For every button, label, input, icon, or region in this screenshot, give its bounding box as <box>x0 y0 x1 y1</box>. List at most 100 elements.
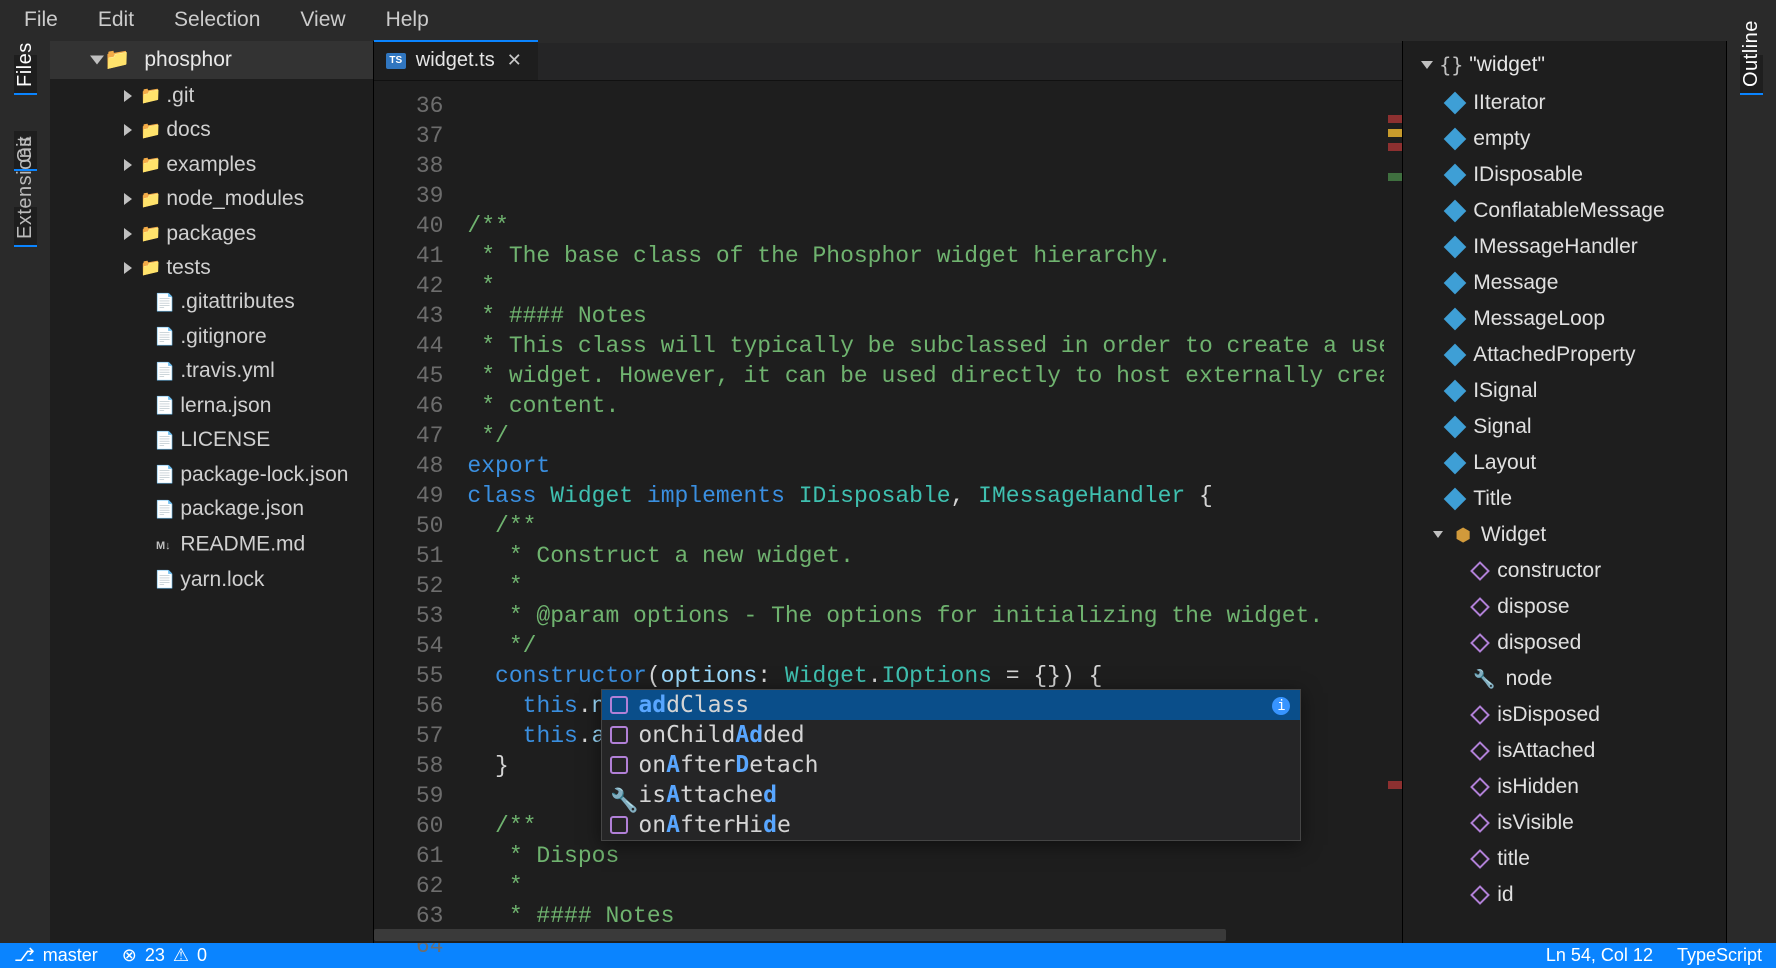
file-.travis.yml[interactable]: 📄.travis.yml <box>50 354 372 388</box>
code-line-59[interactable]: * <box>467 871 1402 901</box>
outline-member-isAttached[interactable]: isAttached <box>1403 733 1725 769</box>
info-icon[interactable]: i <box>1272 697 1290 715</box>
code-line-49[interactable]: * <box>467 571 1402 601</box>
file-yarn.lock[interactable]: 📄yarn.lock <box>50 563 372 597</box>
menu-help[interactable]: Help <box>368 4 447 36</box>
outline-root[interactable]: {} "widget" <box>1403 45 1725 85</box>
outline-member-dispose[interactable]: dispose <box>1403 589 1725 625</box>
status-problems[interactable]: ⊗ 23 ⚠ 0 <box>122 945 207 966</box>
outline-label: Signal <box>1473 409 1531 445</box>
close-icon[interactable]: ✕ <box>505 50 524 71</box>
folder-tests[interactable]: 📁tests <box>50 251 372 285</box>
suggest-widget[interactable]: addClassionChildAddedonAfterDetach🔧isAtt… <box>601 689 1301 841</box>
suggest-item-onAfterHide[interactable]: onAfterHide <box>602 810 1300 840</box>
code-line-47[interactable]: /** <box>467 511 1402 541</box>
code-line-40[interactable]: * #### Notes <box>467 301 1402 331</box>
code-line-45[interactable]: export <box>467 451 1402 481</box>
outline-member-constructor[interactable]: constructor <box>1403 553 1725 589</box>
outline-member-disposed[interactable]: disposed <box>1403 625 1725 661</box>
outline-item-MessageLoop[interactable]: MessageLoop <box>1403 301 1725 337</box>
file-LICENSE[interactable]: 📄LICENSE <box>50 423 372 457</box>
file-README.md[interactable]: M↓README.md <box>50 527 372 563</box>
file-.gitignore[interactable]: 📄.gitignore <box>50 320 372 354</box>
suggest-item-isAttached[interactable]: 🔧isAttached <box>602 780 1300 810</box>
folder-packages[interactable]: 📁packages <box>50 217 372 251</box>
code-line-44[interactable]: */ <box>467 421 1402 451</box>
outline-member-node[interactable]: 🔧node <box>1403 661 1725 697</box>
activity-extensions[interactable]: Extensions <box>14 207 37 247</box>
menu-view[interactable]: View <box>282 4 363 36</box>
outline-member-isDisposed[interactable]: isDisposed <box>1403 697 1725 733</box>
code-line-39[interactable]: * <box>467 271 1402 301</box>
code-line-50[interactable]: * @param options - The options for initi… <box>467 601 1402 631</box>
outline-member-isVisible[interactable]: isVisible <box>1403 805 1725 841</box>
file-label: .travis.yml <box>180 359 275 382</box>
file-lerna.json[interactable]: 📄lerna.json <box>50 389 372 423</box>
code-line-51[interactable]: */ <box>467 631 1402 661</box>
outline-panel[interactable]: {} "widget" IIteratoremptyIDisposableCon… <box>1402 41 1725 944</box>
file-package.json[interactable]: 📄package.json <box>50 492 372 526</box>
code-line-46[interactable]: class Widget implements IDisposable, IMe… <box>467 481 1402 511</box>
code-line-60[interactable]: * #### Notes <box>467 901 1402 931</box>
outline-item-IMessageHandler[interactable]: IMessageHandler <box>1403 229 1725 265</box>
activity-files[interactable]: Files <box>14 55 37 95</box>
method-icon <box>610 696 628 714</box>
suggest-item-onChildAdded[interactable]: onChildAdded <box>602 720 1300 750</box>
code-editor[interactable]: 3637383940414243444546474849505152535455… <box>374 81 1402 944</box>
folder-icon: 📁 <box>104 48 130 71</box>
outline-item-IIterator[interactable]: IIterator <box>1403 85 1725 121</box>
outline-item-empty[interactable]: empty <box>1403 121 1725 157</box>
folder-docs[interactable]: 📁docs <box>50 113 372 147</box>
code-line-52[interactable]: constructor(options: Widget.IOptions = {… <box>467 661 1402 691</box>
file-package-lock.json[interactable]: 📄package-lock.json <box>50 458 372 492</box>
outline-item-IDisposable[interactable]: IDisposable <box>1403 157 1725 193</box>
chevron-down-icon <box>90 55 104 64</box>
outline-label: title <box>1497 841 1530 877</box>
outline-member-isHidden[interactable]: isHidden <box>1403 769 1725 805</box>
status-branch[interactable]: ⎇ master <box>14 945 98 966</box>
activity-outline[interactable]: Outline <box>1740 55 1763 95</box>
code-line-42[interactable]: * widget. However, it can be used direct… <box>467 361 1402 391</box>
folder-examples[interactable]: 📁examples <box>50 148 372 182</box>
outline-item-ConflatableMessage[interactable]: ConflatableMessage <box>1403 193 1725 229</box>
explorer-root[interactable]: 📁 phosphor <box>50 41 372 79</box>
tab-widget-ts[interactable]: TS widget.ts ✕ <box>374 40 538 80</box>
file-explorer[interactable]: 📁 phosphor 📁.git📁docs📁examples📁node_modu… <box>50 41 373 944</box>
code-line-58[interactable]: * Dispos <box>467 841 1402 871</box>
outline-item-Message[interactable]: Message <box>1403 265 1725 301</box>
outline-item-Title[interactable]: Title <box>1403 481 1725 517</box>
outline-member-title[interactable]: title <box>1403 841 1725 877</box>
status-language[interactable]: TypeScript <box>1677 945 1762 966</box>
status-branch-label: master <box>43 945 98 966</box>
menu-edit[interactable]: Edit <box>80 4 152 36</box>
suggest-item-onAfterDetach[interactable]: onAfterDetach <box>602 750 1300 780</box>
horizontal-scrollbar[interactable] <box>374 927 1388 943</box>
outline-item-ISignal[interactable]: ISignal <box>1403 373 1725 409</box>
suggest-item-addClass[interactable]: addClassi <box>602 690 1300 720</box>
code-line-38[interactable]: * The base class of the Phosphor widget … <box>467 241 1402 271</box>
code-line-37[interactable]: /** <box>467 211 1402 241</box>
outline-member-id[interactable]: id <box>1403 877 1725 913</box>
module-icon <box>1444 343 1467 366</box>
code-line-36[interactable] <box>467 181 1402 211</box>
outline-item-AttachedProperty[interactable]: AttachedProperty <box>1403 337 1725 373</box>
menu-selection[interactable]: Selection <box>156 4 278 36</box>
code-line-43[interactable]: * content. <box>467 391 1402 421</box>
folder-node_modules[interactable]: 📁node_modules <box>50 182 372 216</box>
code-content[interactable]: /** * The base class of the Phosphor wid… <box>461 81 1402 944</box>
method-icon <box>1470 849 1490 869</box>
outline-root-label: "widget" <box>1469 47 1545 83</box>
file-.gitattributes[interactable]: 📄.gitattributes <box>50 285 372 319</box>
outline-class[interactable]: ⬢ Widget <box>1403 517 1725 553</box>
folder-.git[interactable]: 📁.git <box>50 79 372 113</box>
code-line-41[interactable]: * This class will typically be subclasse… <box>467 331 1402 361</box>
minimap[interactable] <box>1384 81 1402 944</box>
status-cursor[interactable]: Ln 54, Col 12 <box>1546 945 1653 966</box>
scrollbar-thumb[interactable] <box>374 929 1226 941</box>
method-icon <box>1470 777 1490 797</box>
outline-item-Layout[interactable]: Layout <box>1403 445 1725 481</box>
code-line-48[interactable]: * Construct a new widget. <box>467 541 1402 571</box>
module-icon <box>1444 163 1467 186</box>
menu-file[interactable]: File <box>6 4 76 36</box>
outline-item-Signal[interactable]: Signal <box>1403 409 1725 445</box>
